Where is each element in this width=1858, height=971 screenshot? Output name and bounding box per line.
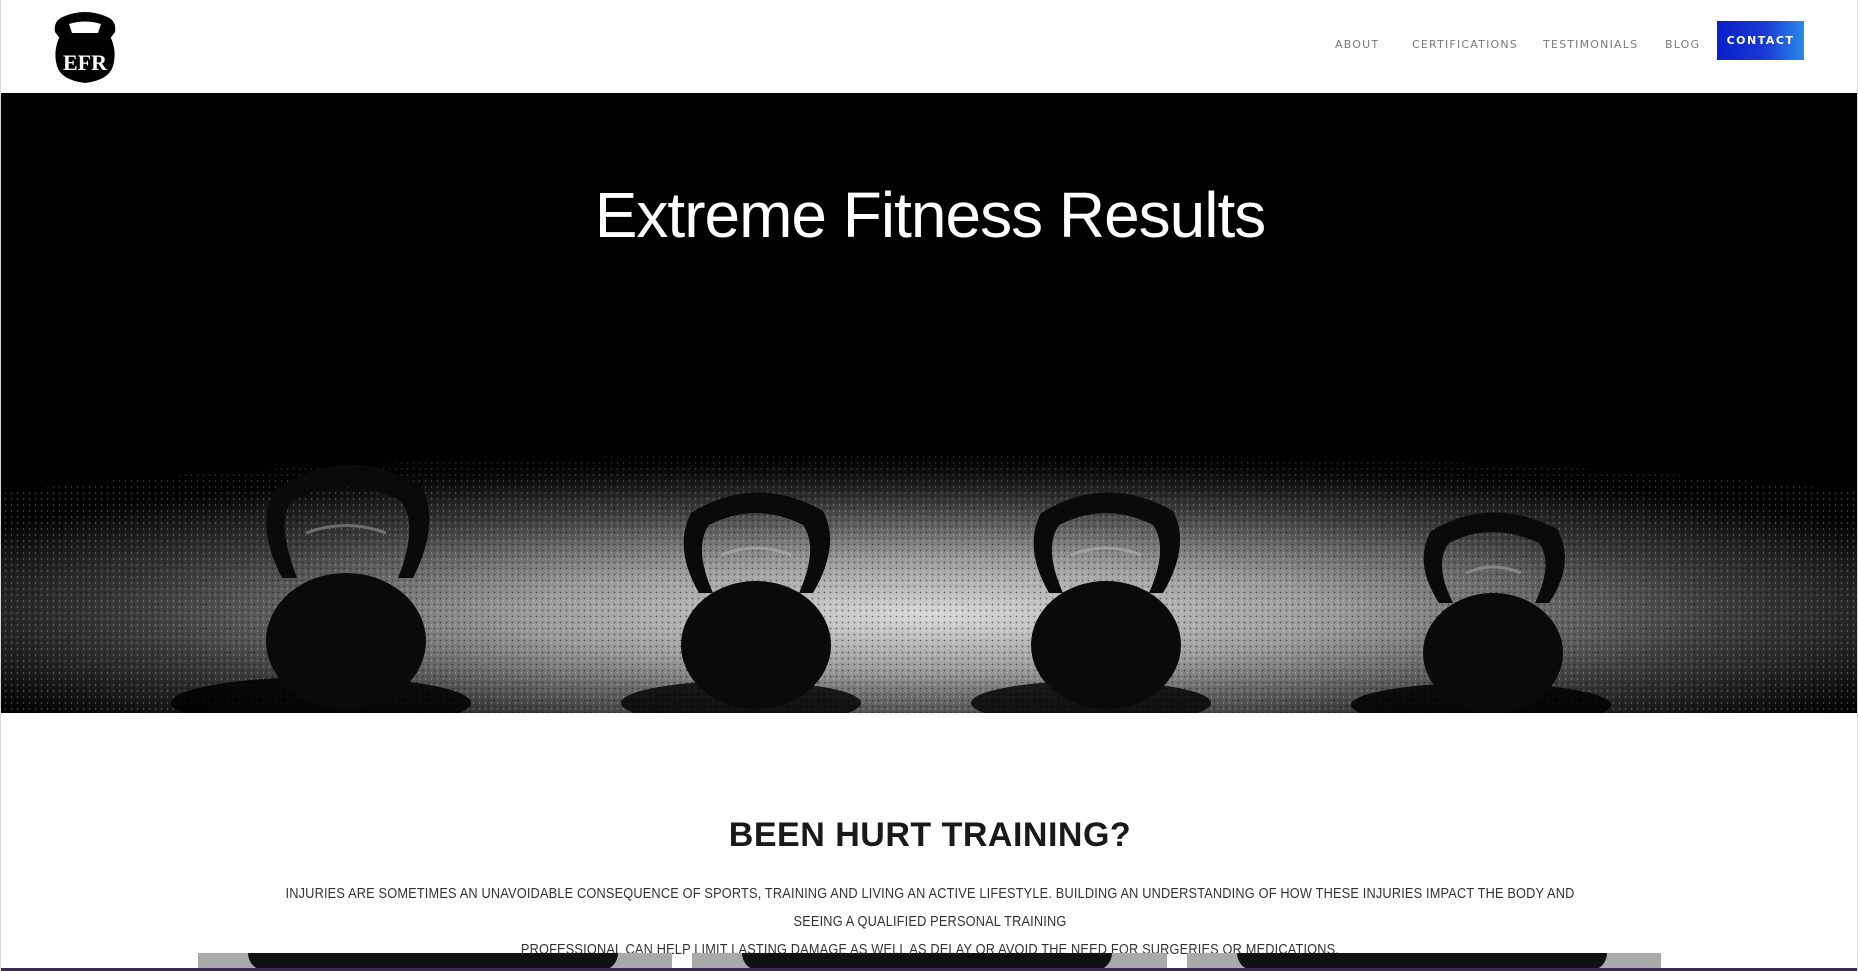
hero-title: Extreme Fitness Results (594, 179, 1267, 251)
svg-text:EFR: EFR (63, 50, 108, 75)
nav-certifications-link[interactable]: CERTIFICATIONS (1412, 38, 1518, 51)
hero-banner: Extreme Fitness Results (1, 93, 1857, 713)
section-description: INJURIES ARE SOMETIMES AN UNAVOIDABLE CO… (271, 880, 1589, 964)
nav-blog-link[interactable]: BLOG (1665, 38, 1700, 51)
efr-logo-kettlebell-icon[interactable]: EFR (51, 10, 119, 84)
section-title: BEEN HURT TRAINING? (728, 816, 1132, 854)
nav-testimonials-link[interactable]: TESTIMONIALS (1543, 38, 1638, 51)
section-description-line-1: INJURIES ARE SOMETIMES AN UNAVOIDABLE CO… (285, 886, 1575, 930)
nav-about-link[interactable]: ABOUT (1335, 38, 1379, 51)
contact-button[interactable]: CONTACT (1717, 21, 1804, 60)
site-header: EFR ABOUT CERTIFICATIONS TESTIMONIALS BL… (1, 0, 1857, 93)
page: EFR ABOUT CERTIFICATIONS TESTIMONIALS BL… (0, 0, 1858, 971)
